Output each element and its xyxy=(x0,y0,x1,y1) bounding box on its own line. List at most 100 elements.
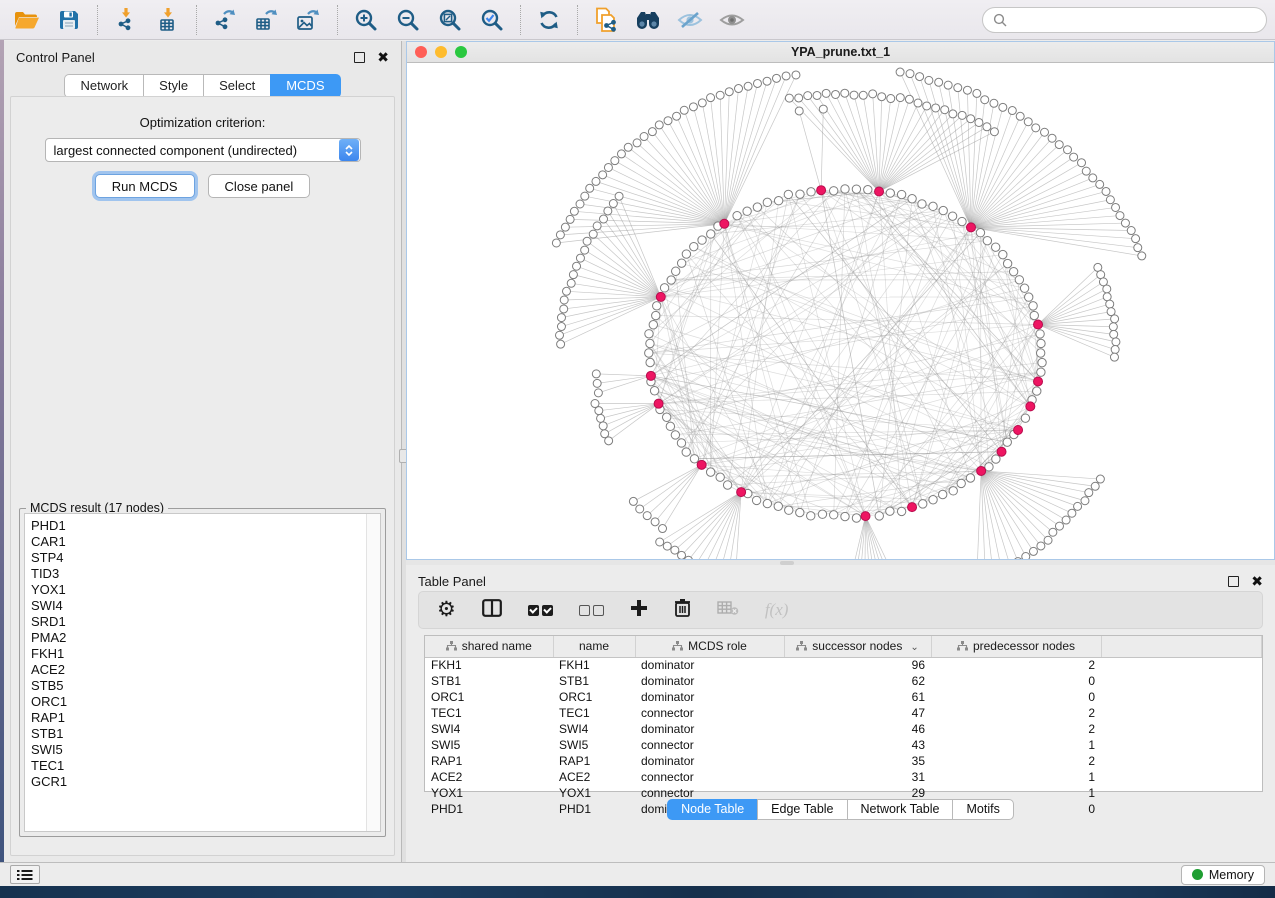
mcds-list-item[interactable]: ORC1 xyxy=(31,694,366,710)
criterion-dropdown[interactable]: largest connected component (undirected) xyxy=(45,138,361,162)
graph-node[interactable] xyxy=(593,222,601,230)
graph-node[interactable] xyxy=(990,128,998,136)
graph-node[interactable] xyxy=(645,349,653,357)
graph-node[interactable] xyxy=(586,184,594,192)
graph-node[interactable] xyxy=(822,89,830,97)
import-table-button[interactable] xyxy=(149,4,187,36)
graph-node[interactable] xyxy=(1037,339,1045,347)
graph-node[interactable] xyxy=(832,90,840,98)
graph-node[interactable] xyxy=(735,85,743,93)
search-input[interactable] xyxy=(1013,12,1256,27)
tab-select[interactable]: Select xyxy=(203,74,270,98)
graph-node[interactable] xyxy=(633,139,641,147)
graph-node[interactable] xyxy=(716,91,724,99)
graph-node[interactable] xyxy=(1109,323,1117,331)
task-history-button[interactable] xyxy=(10,865,40,884)
graph-node[interactable] xyxy=(666,422,674,430)
tab-motifs[interactable]: Motifs xyxy=(952,799,1013,820)
graph-node[interactable] xyxy=(1102,187,1110,195)
graph-node[interactable] xyxy=(1074,502,1082,510)
graph-node[interactable] xyxy=(646,339,654,347)
graph-node[interactable] xyxy=(905,95,913,103)
graph-node[interactable] xyxy=(557,314,565,322)
tab-style[interactable]: Style xyxy=(143,74,203,98)
export-network-button[interactable] xyxy=(206,4,244,36)
graph-node[interactable] xyxy=(592,370,600,378)
graph-node[interactable] xyxy=(1068,509,1076,517)
memory-button[interactable]: Memory xyxy=(1181,865,1265,885)
graph-node[interactable] xyxy=(655,121,663,129)
graph-node[interactable] xyxy=(698,99,706,107)
search-box[interactable] xyxy=(982,7,1267,33)
graph-node[interactable] xyxy=(852,514,860,522)
graph-dominator-node[interactable] xyxy=(977,466,986,475)
close-panel-icon[interactable]: ✖ xyxy=(377,50,389,64)
graph-node[interactable] xyxy=(636,505,644,513)
table-row[interactable]: SWI4SWI4dominator462 xyxy=(425,721,1262,737)
table-row[interactable]: TEC1TEC1connector472 xyxy=(425,705,1262,721)
graph-node[interactable] xyxy=(886,507,894,515)
column-header-successor-nodes[interactable]: successor nodes⌄ xyxy=(784,636,931,657)
graph-node[interactable] xyxy=(981,96,989,104)
graph-node[interactable] xyxy=(725,88,733,96)
graph-node[interactable] xyxy=(944,81,952,89)
graph-node[interactable] xyxy=(850,91,858,99)
mcds-list-item[interactable]: SWI5 xyxy=(31,742,366,758)
graph-node[interactable] xyxy=(1020,284,1028,292)
graph-node[interactable] xyxy=(1024,118,1032,126)
graph-node[interactable] xyxy=(819,105,827,113)
graph-node[interactable] xyxy=(763,77,771,85)
graph-node[interactable] xyxy=(576,200,584,208)
graph-node[interactable] xyxy=(1009,267,1017,275)
graph-node[interactable] xyxy=(1081,497,1089,505)
graph-node[interactable] xyxy=(629,497,637,505)
column-header-shared-name[interactable]: shared name xyxy=(425,636,553,657)
graph-dominator-node[interactable] xyxy=(656,292,665,301)
import-network-button[interactable] xyxy=(107,4,145,36)
add-column-button[interactable] xyxy=(630,597,648,623)
graph-node[interactable] xyxy=(1106,196,1114,204)
graph-dominator-node[interactable] xyxy=(966,223,975,232)
graph-node[interactable] xyxy=(1033,387,1041,395)
graph-node[interactable] xyxy=(1132,235,1140,243)
graph-node[interactable] xyxy=(1036,349,1044,357)
mcds-list-item[interactable]: STB1 xyxy=(31,726,366,742)
graph-node[interactable] xyxy=(818,510,826,518)
graph-node[interactable] xyxy=(938,490,946,498)
graph-node[interactable] xyxy=(774,197,782,205)
open-file-button[interactable] xyxy=(8,4,46,36)
graph-node[interactable] xyxy=(689,103,697,111)
mcds-list-item[interactable]: GCR1 xyxy=(31,774,366,790)
tab-network-table[interactable]: Network Table xyxy=(847,799,953,820)
window-close-icon[interactable] xyxy=(415,46,427,58)
save-session-button[interactable] xyxy=(50,4,88,36)
graph-dominator-node[interactable] xyxy=(720,219,729,228)
graph-node[interactable] xyxy=(1008,107,1016,115)
graph-node[interactable] xyxy=(774,502,782,510)
graph-node[interactable] xyxy=(796,508,804,516)
graph-node[interactable] xyxy=(1029,302,1037,310)
graph-node[interactable] xyxy=(690,455,698,463)
graph-node[interactable] xyxy=(1003,259,1011,267)
graph-node[interactable] xyxy=(966,474,974,482)
graph-node[interactable] xyxy=(561,223,569,231)
graph-node[interactable] xyxy=(1036,330,1044,338)
tab-mcds[interactable]: MCDS xyxy=(270,74,340,98)
mcds-list-item[interactable]: CAR1 xyxy=(31,534,366,550)
graph-node[interactable] xyxy=(918,200,926,208)
apply-layout-button[interactable] xyxy=(530,4,568,36)
graph-node[interactable] xyxy=(1021,414,1029,422)
graph-node[interactable] xyxy=(1096,475,1104,483)
graph-node[interactable] xyxy=(886,189,894,197)
graph-node[interactable] xyxy=(659,525,667,533)
zoom-out-button[interactable] xyxy=(389,4,427,36)
graph-node[interactable] xyxy=(1044,536,1052,544)
graph-node[interactable] xyxy=(829,187,837,195)
tab-network[interactable]: Network xyxy=(64,74,143,98)
graph-node[interactable] xyxy=(830,511,838,519)
float-table-panel-icon[interactable] xyxy=(1228,576,1239,587)
graph-node[interactable] xyxy=(958,217,966,225)
zoom-in-button[interactable] xyxy=(347,4,385,36)
graph-node[interactable] xyxy=(653,302,661,310)
graph-node[interactable] xyxy=(609,200,617,208)
